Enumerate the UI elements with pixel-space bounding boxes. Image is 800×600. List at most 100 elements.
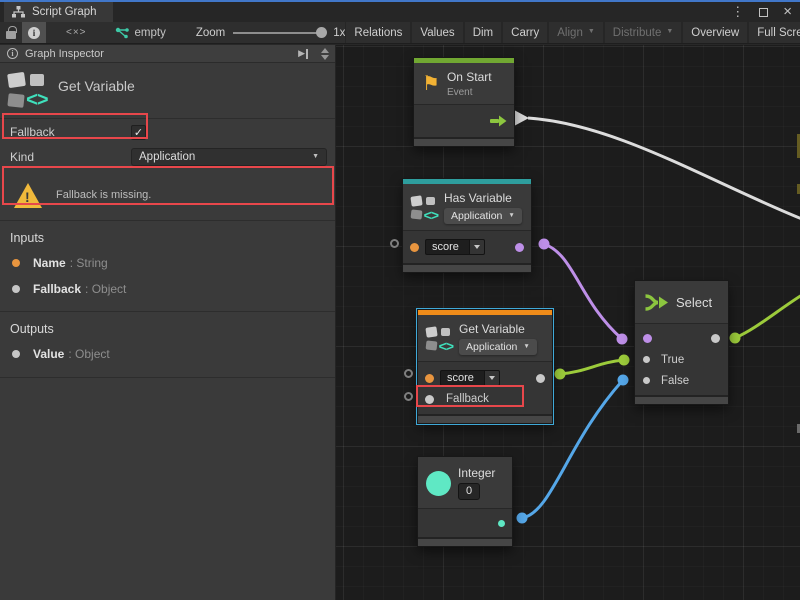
variables-icon: <> bbox=[426, 326, 452, 351]
chevron-down-icon: ▼ bbox=[523, 343, 529, 350]
graph-ref-icon bbox=[115, 27, 129, 39]
fallback-field-row: Fallback ✓ bbox=[0, 119, 335, 145]
unconnected-port-indicator[interactable] bbox=[404, 369, 413, 378]
variable-picker-button[interactable] bbox=[469, 239, 485, 255]
node-title: Integer bbox=[458, 466, 495, 480]
selection-output-port[interactable] bbox=[711, 334, 720, 343]
inspector-header: i Graph Inspector ▶ bbox=[0, 45, 335, 63]
variable-picker-button[interactable] bbox=[484, 370, 500, 386]
kind-dropdown[interactable]: Application ▼ bbox=[131, 148, 327, 166]
node-select[interactable]: Select True False bbox=[635, 281, 728, 404]
variable-name-field[interactable]: score bbox=[425, 239, 485, 255]
code-icon: <×> bbox=[66, 27, 87, 38]
port-dot-icon bbox=[12, 259, 20, 267]
graph-ref-label: empty bbox=[135, 27, 166, 39]
node-has-variable[interactable]: <> Has Variable Application▼ score bbox=[403, 179, 531, 272]
input-row-fallback: Fallback: Object bbox=[0, 276, 335, 302]
close-icon[interactable]: × bbox=[783, 2, 792, 22]
fallback-field-label: Fallback bbox=[10, 125, 131, 139]
script-graph-icon bbox=[12, 6, 25, 18]
align-button: Align▼ bbox=[548, 22, 604, 43]
true-input-port[interactable] bbox=[643, 356, 650, 363]
name-input-port[interactable] bbox=[425, 374, 434, 383]
info-icon: i bbox=[28, 27, 40, 39]
zoom-slider[interactable] bbox=[233, 32, 325, 34]
distribute-button: Distribute▼ bbox=[604, 22, 683, 43]
false-input-port[interactable] bbox=[643, 377, 650, 384]
info-icon: i bbox=[7, 48, 18, 59]
kind-dropdown-value: Application bbox=[139, 151, 195, 163]
condition-input-port[interactable] bbox=[643, 334, 652, 343]
fallback-checkbox[interactable]: ✓ bbox=[131, 125, 146, 140]
node-on-start[interactable]: ⚑ On Start Event bbox=[414, 58, 514, 146]
tab-script-graph[interactable]: Script Graph bbox=[4, 2, 113, 22]
name-input-port[interactable] bbox=[410, 243, 419, 252]
node-title: On Start bbox=[447, 70, 492, 84]
output-row-value: Value: Object bbox=[0, 341, 335, 367]
dock-panel-icon[interactable]: ▶ bbox=[298, 48, 308, 59]
inputs-heading: Inputs bbox=[0, 221, 335, 250]
graph-reference[interactable]: empty bbox=[115, 22, 166, 43]
chevron-down-icon bbox=[474, 245, 480, 249]
variables-icon: <> bbox=[411, 195, 437, 220]
unconnected-port-indicator[interactable] bbox=[404, 392, 413, 401]
values-button[interactable]: Values bbox=[411, 22, 463, 43]
lock-icon bbox=[6, 31, 16, 39]
outputs-heading: Outputs bbox=[0, 312, 335, 341]
wire-arrowhead bbox=[515, 111, 529, 126]
node-subtitle: Event bbox=[447, 87, 473, 98]
unit-title: Get Variable bbox=[58, 78, 135, 108]
node-title: Get Variable bbox=[459, 322, 525, 336]
zoom-slider-handle[interactable] bbox=[316, 27, 327, 38]
scope-dropdown[interactable]: Application▼ bbox=[444, 208, 522, 224]
node-footer bbox=[418, 537, 512, 546]
fallback-port-label: Fallback bbox=[446, 393, 489, 405]
flag-icon: ⚑ bbox=[422, 74, 440, 94]
script-graph-window: Script Graph ⋮ × i <×> empty Zoom 1x Rel… bbox=[0, 0, 800, 600]
titlebar: Script Graph ⋮ × bbox=[0, 0, 800, 22]
integer-icon bbox=[426, 471, 451, 496]
tab-label: Script Graph bbox=[32, 6, 97, 18]
graph-canvas[interactable]: ⚑ On Start Event <> Has Variable bbox=[336, 45, 800, 600]
inspector-title: Graph Inspector bbox=[25, 48, 291, 60]
fallback-input-port[interactable] bbox=[425, 395, 434, 404]
warning-text: Fallback is missing. bbox=[56, 189, 151, 201]
trigger-output-port[interactable] bbox=[490, 114, 507, 128]
node-footer bbox=[403, 263, 531, 272]
result-output-port[interactable] bbox=[515, 243, 524, 252]
dim-button[interactable]: Dim bbox=[464, 22, 502, 43]
true-port-label: True bbox=[661, 354, 684, 366]
warning-strip: Fallback is missing. bbox=[0, 176, 335, 214]
value-output-port[interactable] bbox=[498, 520, 505, 527]
node-integer[interactable]: Integer 0 bbox=[418, 457, 512, 546]
variable-name-field[interactable]: score bbox=[440, 370, 500, 386]
panel-scroll-buttons[interactable] bbox=[321, 48, 331, 60]
inspect-button[interactable]: i bbox=[22, 22, 46, 43]
overview-button[interactable]: Overview bbox=[682, 22, 748, 43]
lock-button[interactable] bbox=[0, 22, 22, 43]
chevron-down-icon: ▼ bbox=[588, 28, 595, 35]
code-preview-button[interactable]: <×> bbox=[60, 22, 93, 43]
relations-button[interactable]: Relations bbox=[345, 22, 411, 43]
select-merge-icon bbox=[644, 293, 669, 312]
node-get-variable[interactable]: <> Get Variable Application▼ score bbox=[418, 310, 552, 423]
full-screen-button[interactable]: Full Screen bbox=[748, 22, 800, 43]
chevron-down-icon: ▼ bbox=[666, 28, 673, 35]
chevron-down-icon: ▼ bbox=[312, 153, 319, 160]
window-menu-icon[interactable]: ⋮ bbox=[731, 2, 744, 22]
scope-dropdown[interactable]: Application▼ bbox=[459, 339, 537, 355]
port-dot-icon bbox=[12, 350, 20, 358]
value-output-port[interactable] bbox=[536, 374, 545, 383]
integer-value-field[interactable]: 0 bbox=[458, 483, 480, 500]
maximize-icon[interactable] bbox=[759, 8, 768, 17]
port-dot-icon bbox=[12, 285, 20, 293]
warning-icon bbox=[14, 183, 42, 208]
kind-field-label: Kind bbox=[10, 150, 131, 164]
unconnected-port-indicator[interactable] bbox=[390, 239, 399, 248]
variables-icon: <> bbox=[8, 72, 46, 108]
scroll-up-icon[interactable] bbox=[321, 48, 329, 53]
node-footer bbox=[414, 137, 514, 146]
scroll-down-icon[interactable] bbox=[321, 55, 329, 60]
connection-wires bbox=[336, 45, 800, 600]
carry-button[interactable]: Carry bbox=[502, 22, 548, 43]
